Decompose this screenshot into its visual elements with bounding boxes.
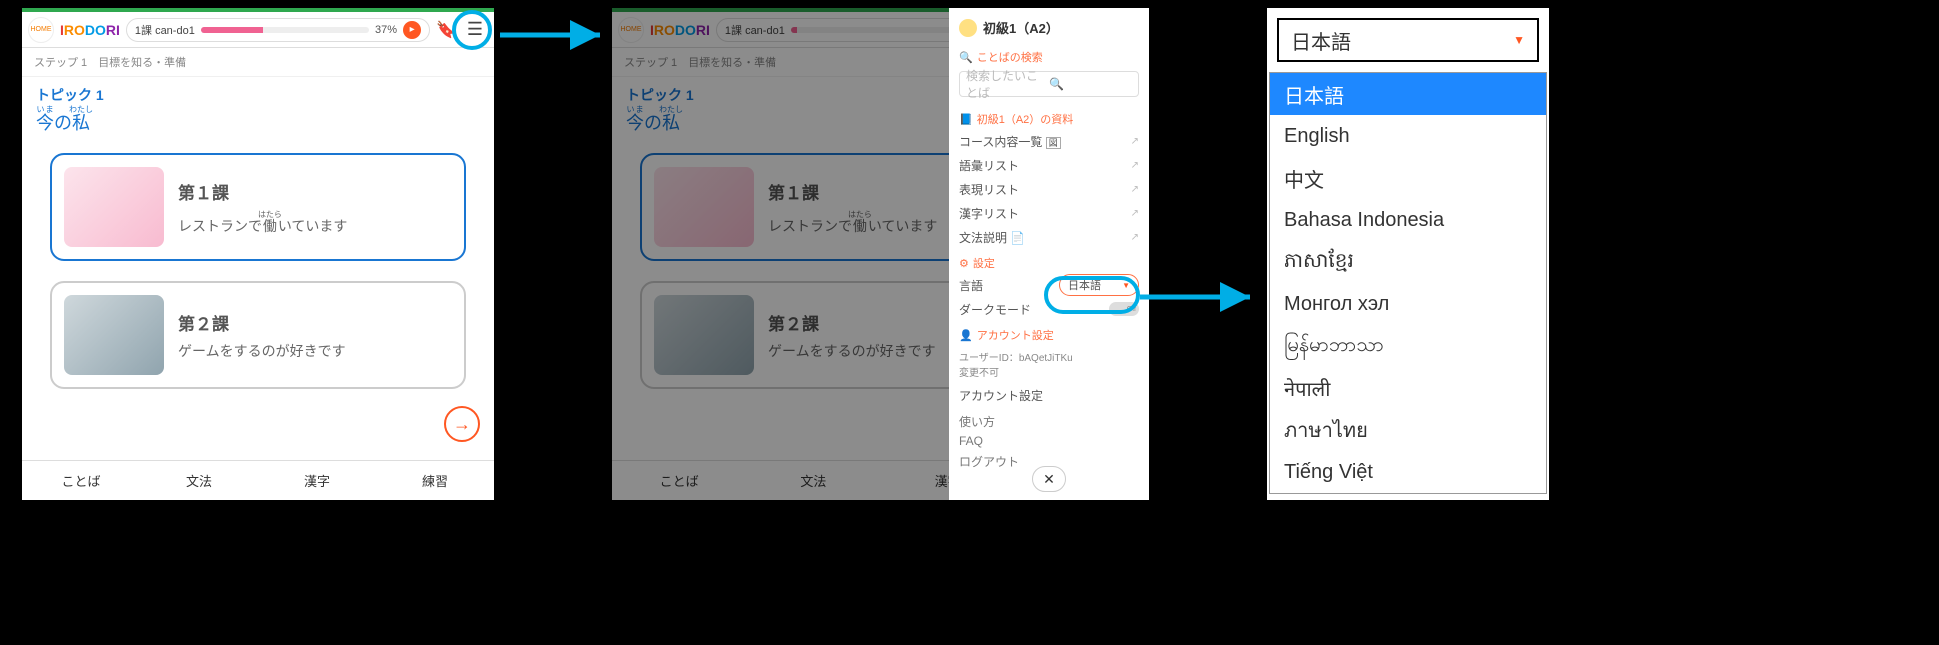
setting-darkmode-row: ダークモード Off [959, 297, 1139, 321]
link-howto[interactable]: 使い方 [959, 411, 1139, 431]
lesson-card-1[interactable]: 第１課 レストランで働はたらいています [50, 153, 466, 261]
screenshot-1: HOME IRODORI 1課 can-do1 37% ▸ 🔖 ☰ ステップ 1… [18, 4, 498, 504]
tab-kotoba[interactable]: ことば [22, 461, 140, 500]
tab-kanji[interactable]: 漢字 [258, 461, 376, 500]
darkmode-toggle[interactable]: Off [1109, 302, 1139, 316]
material-grammar[interactable]: 文法説明 📄↗ [959, 225, 1139, 249]
account-settings-link[interactable]: アカウント設定 [959, 383, 1139, 407]
side-menu-header: 初級1（A2） [949, 8, 1149, 43]
setting-language-row: 言語 日本語▼ [959, 273, 1139, 297]
close-menu-button[interactable]: ✕ [1032, 466, 1066, 492]
section-search-title: 🔍 ことばの検索 [949, 43, 1149, 67]
lang-option-ne[interactable]: नेपाली [1270, 367, 1546, 409]
material-expression-list[interactable]: 表現リスト↗ [959, 177, 1139, 201]
topic-header: トピック 1 今いまの私わたし [22, 77, 494, 143]
language-dropdown-trigger[interactable]: 日本語 ▼ [1277, 18, 1539, 62]
topic-number: トピック 1 [36, 85, 480, 105]
lesson-progress-pill[interactable]: 1課 can-do1 37% ▸ [126, 18, 430, 42]
lang-option-id[interactable]: Bahasa Indonesia [1270, 199, 1546, 241]
tab-bunpou[interactable]: 文法 [140, 461, 258, 500]
language-select[interactable]: 日本語▼ [1059, 274, 1139, 296]
darkmode-label: ダークモード [959, 301, 1031, 318]
tab-renshuu[interactable]: 練習 [376, 461, 494, 500]
lang-option-ja[interactable]: 日本語 [1270, 73, 1546, 115]
material-vocab-list[interactable]: 語彙リスト↗ [959, 153, 1139, 177]
footer-links: 使い方 FAQ ログアウト [949, 407, 1149, 475]
topic-title: 今いまの私わたし [36, 105, 480, 135]
level-icon [959, 19, 977, 37]
user-id-row: ユーザーID：bAQetJiTKu 変更不可 [949, 345, 1149, 383]
lang-option-mn[interactable]: Монгол хэл [1270, 283, 1546, 325]
level-title: 初級1（A2） [983, 18, 1059, 37]
search-input[interactable]: 検索したいことば 🔍 [959, 71, 1139, 97]
lesson-id: 1課 can-do1 [135, 22, 195, 38]
link-faq[interactable]: FAQ [959, 431, 1139, 451]
lang-option-th[interactable]: ภาษาไทย [1270, 409, 1546, 451]
section-materials-title: 📘 初級1（A2）の資料 [949, 105, 1149, 129]
jump-icon[interactable]: ▸ [403, 21, 421, 39]
annotation-arrow-1 [500, 20, 610, 50]
materials-list: コース内容一覧 図↗ 語彙リスト↗ 表現リスト↗ 漢字リスト↗ 文法説明 📄↗ [949, 129, 1149, 249]
section-settings-title: ⚙ 設定 [949, 249, 1149, 273]
app-logo: IRODORI [60, 22, 120, 38]
bookmark-icon[interactable]: 🔖 [436, 20, 456, 40]
language-current: 日本語 [1291, 26, 1351, 55]
caret-down-icon: ▼ [1513, 33, 1525, 47]
lesson-card-2[interactable]: 第２課 ゲームをするのが好きです [50, 281, 466, 389]
lesson-thumbnail [64, 167, 164, 247]
language-label: 言語 [959, 277, 983, 294]
home-button[interactable]: HOME [28, 17, 54, 43]
lang-option-en[interactable]: English [1270, 115, 1546, 157]
lesson-title: 第２課 [178, 310, 346, 335]
language-dropdown-list: 日本語 English 中文 Bahasa Indonesia ភាសាខ្មែ… [1269, 72, 1547, 494]
material-kanji-list[interactable]: 漢字リスト↗ [959, 201, 1139, 225]
top-bar: HOME IRODORI 1課 can-do1 37% ▸ 🔖 ☰ [22, 8, 494, 48]
external-link-icon: ↗ [1131, 136, 1139, 147]
progress-percent: 37% [375, 24, 397, 36]
search-icon: 🔍 [1049, 77, 1132, 91]
lesson-card-list: 第１課 レストランで働はたらいています 第２課 ゲームをするのが好きです [22, 143, 494, 399]
next-button[interactable]: → [444, 406, 480, 442]
progress-track [201, 27, 369, 33]
breadcrumb: ステップ 1 目標を知る・準備 [22, 48, 494, 77]
material-course-list[interactable]: コース内容一覧 図↗ [959, 129, 1139, 153]
lesson-thumbnail [64, 295, 164, 375]
hamburger-menu-button[interactable]: ☰ [462, 17, 488, 43]
section-account-title: 👤 アカウント設定 [949, 321, 1149, 345]
lang-option-km[interactable]: ភាសាខ្មែរ [1270, 241, 1546, 283]
annotation-arrow-2 [1140, 282, 1260, 312]
caret-down-icon: ▼ [1122, 281, 1130, 290]
lesson-subtitle: レストランで働はたらいています [178, 210, 347, 236]
side-menu: 初級1（A2） 🔍 ことばの検索 検索したいことば 🔍 📘 初級1（A2）の資料… [949, 8, 1149, 500]
lesson-subtitle: ゲームをするのが好きです [178, 341, 346, 361]
lesson-title: 第１課 [178, 179, 347, 204]
lang-option-zh[interactable]: 中文 [1270, 157, 1546, 199]
screenshot-3: 日本語 ▼ 日本語 English 中文 Bahasa Indonesia ភា… [1263, 4, 1553, 504]
bottom-tab-bar: ことば 文法 漢字 練習 [22, 460, 494, 500]
screenshot-2: HOME IRODORI 1課 can-do1 2% ▸ ステップ 1 目標を知… [608, 4, 1153, 504]
lang-option-my[interactable]: မြန်မာဘာသာ [1270, 325, 1546, 367]
search-placeholder: 検索したいことば [966, 67, 1049, 101]
lang-option-vi[interactable]: Tiếng Việt [1270, 451, 1546, 493]
